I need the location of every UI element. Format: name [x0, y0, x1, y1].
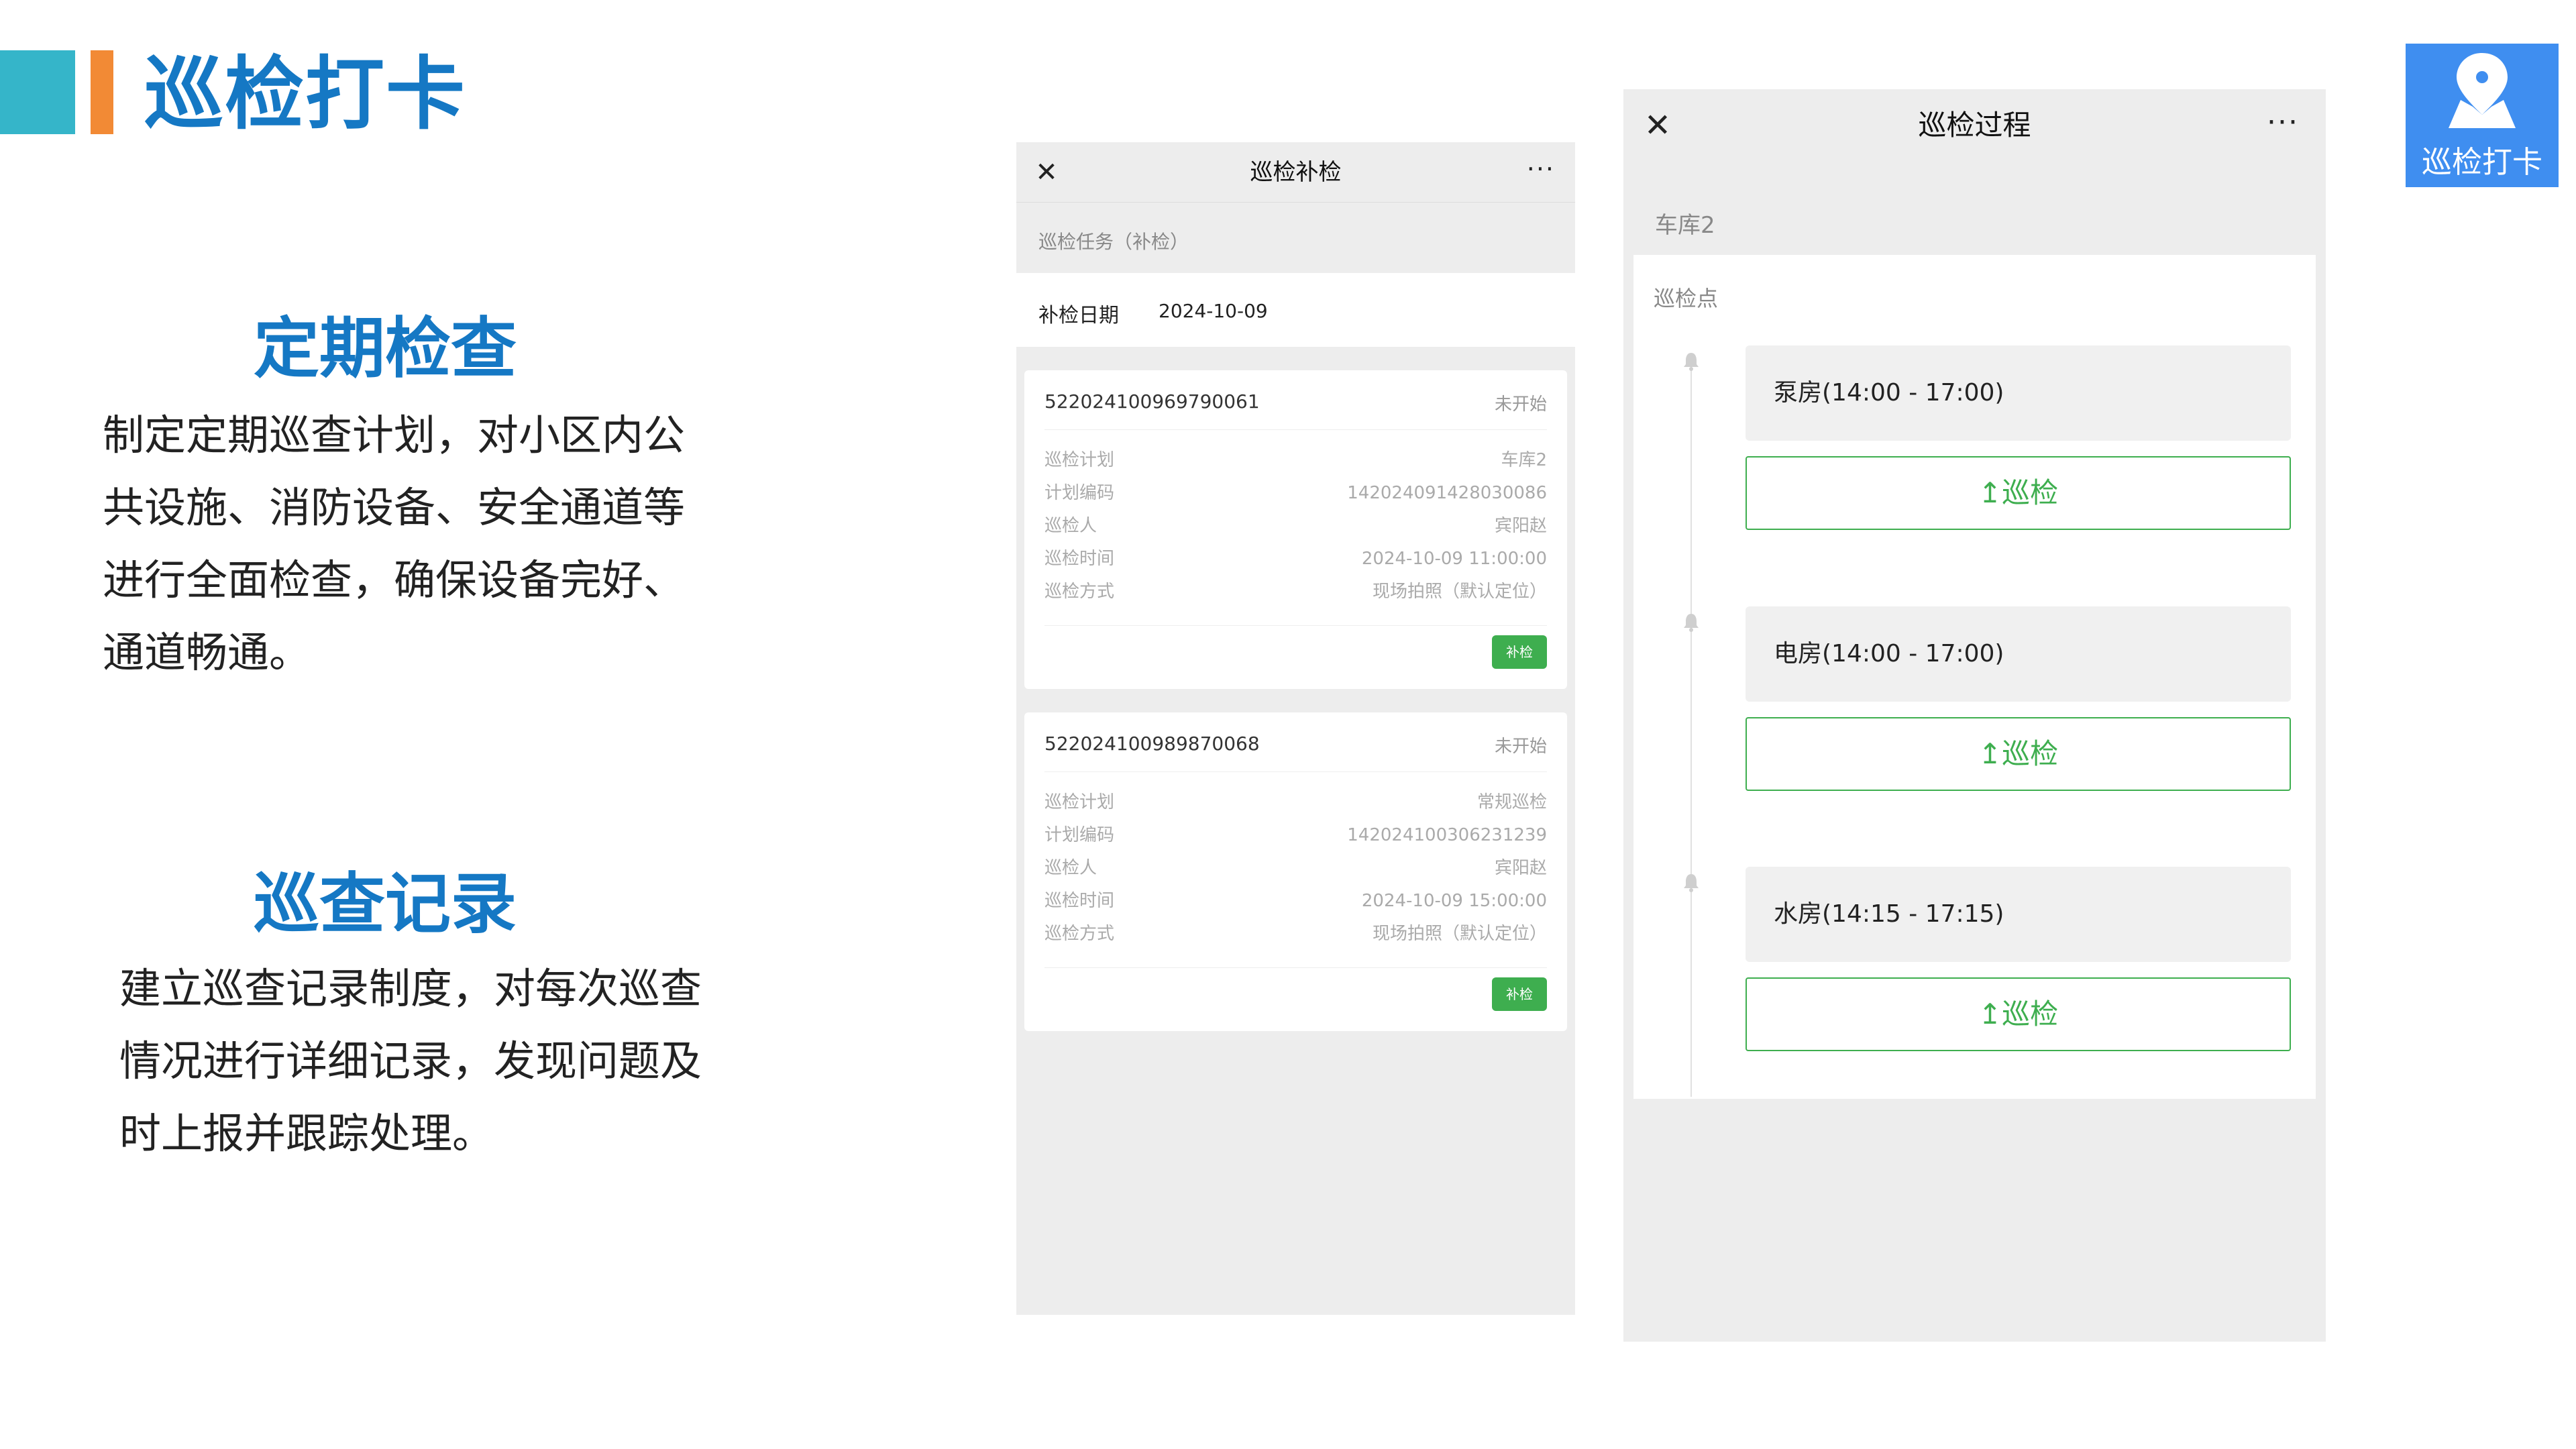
field-label: 巡检方式 — [1044, 582, 1115, 602]
upload-inspect-button[interactable]: ↥巡检 — [1746, 717, 2291, 791]
field-label: 巡检人 — [1044, 516, 1097, 536]
field-label: 巡检方式 — [1044, 924, 1115, 944]
divider — [1044, 625, 1547, 626]
timeline-line — [1690, 366, 1692, 1097]
task-fields: 巡检计划 车库2 计划编码 142024091428030086 巡检人 宾阳赵 巡检… — [1044, 444, 1547, 608]
field-value: 现场拍照（默认定位） — [1372, 582, 1547, 602]
task-card[interactable]: 522024100989870068 未开始 巡检计划 常规巡检 计划编码 1420… — [1024, 712, 1567, 1031]
section-text-regular-check: 制定定期巡查计划，对小区内公共设施、消防设备、安全通道等进行全面检查，确保设备完… — [103, 411, 686, 677]
more-icon[interactable]: ··· — [1527, 154, 1555, 184]
checkin-badge: 巡检打卡 — [2406, 44, 2559, 187]
field-value: 142024091428030086 — [1347, 483, 1547, 503]
more-icon[interactable]: ··· — [2267, 105, 2299, 140]
field-row: 计划编码 142024100306231239 — [1044, 819, 1547, 852]
close-icon[interactable]: ✕ — [1031, 157, 1062, 188]
field-label: 巡检时间 — [1044, 549, 1115, 569]
location-label: 车库2 — [1655, 212, 1715, 239]
divider — [1044, 967, 1547, 968]
title-accent-bar-teal — [0, 50, 75, 134]
makeup-inspect-button[interactable]: 补检 — [1492, 635, 1547, 669]
checkpoint-name: 水房(14:15 - 17:15) — [1774, 900, 2004, 928]
field-row: 巡检人 宾阳赵 — [1044, 852, 1547, 885]
task-label: 巡检任务（补检） — [1038, 231, 1189, 253]
phone-screen-inspection-process: 巡检过程 ✕ ··· 车库2 巡检点 泵房(14:00 - 17:00) ↥巡检… — [1623, 89, 2326, 1342]
bell-icon — [1684, 353, 1699, 371]
section-heading-patrol-record: 巡查记录 — [254, 866, 517, 943]
field-value: 142024100306231239 — [1347, 825, 1547, 845]
task-section-header: 巡检任务（补检） — [1016, 206, 1575, 270]
field-row: 巡检人 宾阳赵 — [1044, 510, 1547, 543]
checkpoint-name: 电房(14:00 - 17:00) — [1774, 640, 2004, 667]
field-row: 巡检方式 现场拍照（默认定位） — [1044, 918, 1547, 951]
title-accent-bar-orange — [91, 50, 113, 134]
close-icon[interactable]: ✕ — [1640, 108, 1675, 143]
date-row[interactable]: 补检日期 2024-10-09 — [1016, 273, 1575, 347]
field-label: 计划编码 — [1044, 483, 1115, 503]
field-value: 常规巡检 — [1477, 792, 1547, 812]
field-label: 巡检人 — [1044, 858, 1097, 878]
map-pin-icon — [2449, 53, 2516, 128]
date-value[interactable]: 2024-10-09 — [1159, 300, 1268, 322]
makeup-inspect-button[interactable]: 补检 — [1492, 977, 1547, 1011]
checkpoint-item: 泵房(14:00 - 17:00) — [1746, 345, 2291, 441]
nav-title: 巡检补检 — [1250, 159, 1342, 186]
field-label: 计划编码 — [1044, 825, 1115, 845]
checkpoint-item: 电房(14:00 - 17:00) — [1746, 606, 2291, 702]
field-value: 宾阳赵 — [1494, 858, 1547, 878]
nav-bar: 巡检过程 ✕ ··· — [1623, 89, 2326, 162]
task-card[interactable]: 522024100969790061 未开始 巡检计划 车库2 计划编码 14202… — [1024, 370, 1567, 689]
checkpoints-label: 巡检点 — [1654, 286, 1719, 311]
field-row: 巡检计划 常规巡检 — [1044, 786, 1547, 819]
field-value: 车库2 — [1501, 450, 1547, 470]
upload-inspect-button[interactable]: ↥巡检 — [1746, 456, 2291, 530]
task-id: 522024100989870068 — [1044, 733, 1260, 755]
divider — [1044, 429, 1547, 430]
field-label: 巡检时间 — [1044, 891, 1115, 911]
task-status: 未开始 — [1494, 394, 1547, 415]
checkpoint-name: 泵房(14:00 - 17:00) — [1774, 379, 2004, 407]
checkpoint-item: 水房(14:15 - 17:15) — [1746, 867, 2291, 962]
field-row: 巡检时间 2024-10-09 11:00:00 — [1044, 543, 1547, 576]
field-value: 2024-10-09 15:00:00 — [1361, 891, 1547, 911]
field-value: 2024-10-09 11:00:00 — [1361, 549, 1547, 569]
section-text-patrol-record: 建立巡查记录制度，对每次巡查情况进行详细记录，发现问题及时上报并跟踪处理。 — [119, 964, 702, 1158]
divider — [1044, 771, 1547, 772]
page-title: 巡检打卡 — [144, 48, 467, 140]
checkpoint-panel: 巡检点 泵房(14:00 - 17:00) ↥巡检 电房(14:00 - 17:… — [1633, 255, 2316, 1099]
field-row: 巡检时间 2024-10-09 15:00:00 — [1044, 885, 1547, 918]
task-id: 522024100969790061 — [1044, 390, 1260, 413]
bell-icon — [1684, 874, 1699, 892]
date-label: 补检日期 — [1038, 304, 1119, 327]
field-row: 计划编码 142024091428030086 — [1044, 477, 1547, 510]
field-row: 巡检计划 车库2 — [1044, 444, 1547, 477]
phone-screen-makeup-inspection: 巡检补检 ✕ ··· 巡检任务（补检） 补检日期 2024-10-09 5220… — [1016, 142, 1575, 1315]
field-value: 现场拍照（默认定位） — [1372, 924, 1547, 944]
section-heading-regular-check: 定期检查 — [254, 311, 517, 387]
upload-inspect-button[interactable]: ↥巡检 — [1746, 977, 2291, 1051]
field-value: 宾阳赵 — [1494, 516, 1547, 536]
task-fields: 巡检计划 常规巡检 计划编码 142024100306231239 巡检人 宾阳赵 巡… — [1044, 786, 1547, 951]
task-status: 未开始 — [1494, 737, 1547, 757]
bell-icon — [1684, 614, 1699, 632]
field-label: 巡检计划 — [1044, 792, 1115, 812]
badge-label: 巡检打卡 — [2421, 144, 2542, 180]
field-row: 巡检方式 现场拍照（默认定位） — [1044, 576, 1547, 608]
nav-title: 巡检过程 — [1918, 109, 2031, 142]
nav-bar: 巡检补检 ✕ ··· — [1016, 142, 1575, 203]
field-label: 巡检计划 — [1044, 450, 1115, 470]
